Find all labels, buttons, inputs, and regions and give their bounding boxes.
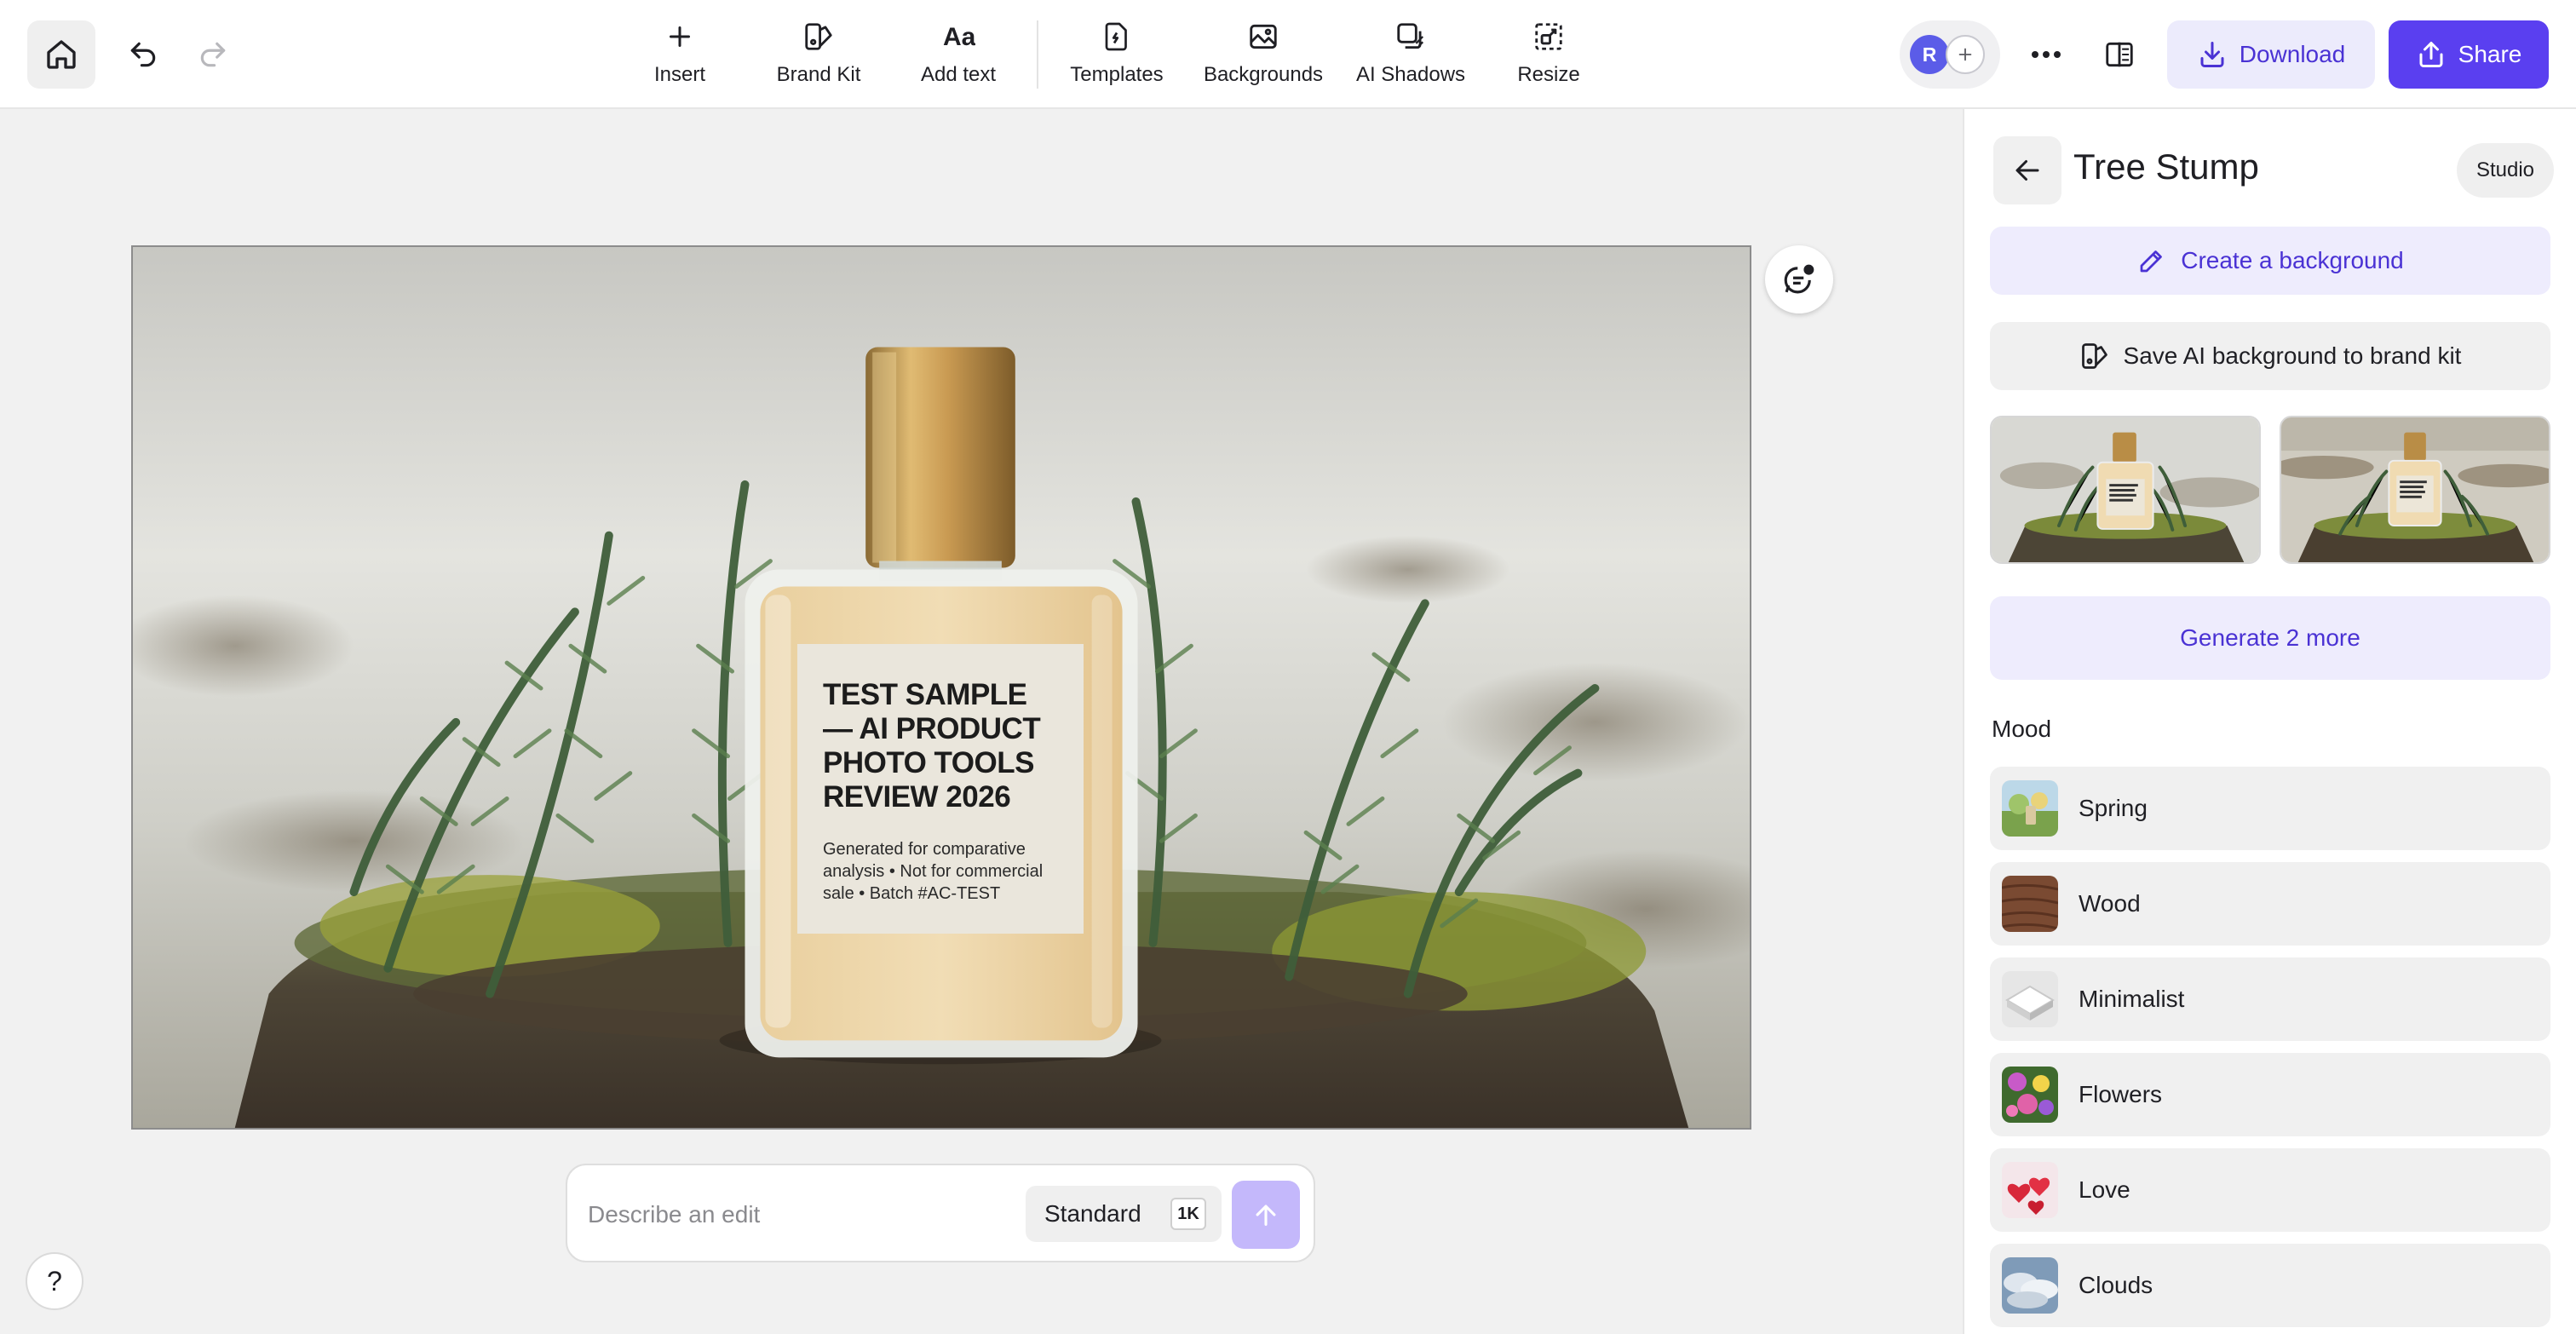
mood-label-spring: Spring [2079,795,2148,821]
product-label-title: TEST SAMPLE — AI PRODUCT PHOTO TOOLS REV… [823,678,1041,814]
templates-tool-button[interactable]: Templates [1065,15,1169,94]
mood-heading: Mood [1992,716,2052,742]
mood-item-minimalist[interactable]: Minimalist [1990,957,2550,1041]
brand-kit-tool-label: Brand Kit [776,63,861,86]
plus-icon [1956,45,1975,64]
svg-text:Aa: Aa [943,23,975,51]
top-toolbar: Insert Brand Kit Aa Add text Templates B… [0,0,2576,109]
add-text-tool-button[interactable]: Aa Add text [910,15,1007,94]
insert-tool-label: Insert [653,63,706,86]
ai-chat-button[interactable] [1765,245,1833,313]
resize-icon [1532,15,1565,58]
brand-kit-icon [802,15,835,58]
home-icon [44,37,78,72]
help-question-label: ? [47,1265,62,1297]
ai-shadows-tool-label: AI Shadows [1355,63,1466,86]
pencil-icon [2136,245,2167,276]
save-background-label: Save AI background to brand kit [2123,342,2462,369]
share-icon [2416,39,2447,70]
background-variant-thumbnail[interactable] [2280,416,2550,564]
mood-item-spring[interactable]: Spring [1990,767,2550,850]
spring-thumbnail [2002,780,2058,837]
mood-item-flowers[interactable]: Flowers [1990,1053,2550,1136]
backgrounds-tool-label: Backgrounds [1203,63,1324,86]
plus-icon [664,15,695,58]
studio-chip[interactable]: Studio [2457,143,2554,198]
share-button[interactable]: Share [2389,20,2549,89]
clouds-thumbnail [2002,1257,2058,1314]
download-label: Download [2239,41,2346,67]
minimalist-thumbnail [2002,971,2058,1027]
text-aa-icon: Aa [941,15,975,58]
toolbar-divider [1037,20,1038,89]
arrow-left-icon [2012,155,2043,186]
ai-shadows-icon [1394,15,1427,58]
flowers-thumbnail [2002,1067,2058,1123]
background-variant-thumbnail[interactable] [1990,416,2261,564]
mood-label-wood: Wood [2079,890,2141,917]
redo-icon [197,38,229,71]
ai-shadows-tool-button[interactable]: AI Shadows [1353,15,1469,94]
templates-tool-label: Templates [1070,63,1164,86]
arrow-up-icon [1251,1200,1280,1229]
resolution-badge: 1K [1170,1198,1206,1230]
mood-label-clouds: Clouds [2079,1272,2153,1298]
add-collaborator-button[interactable] [1946,35,1985,74]
more-options-button[interactable] [2021,29,2072,80]
panel-title: Tree Stump [2073,147,2259,187]
templates-icon [1101,15,1132,58]
undo-icon [127,38,159,71]
resize-tool-button[interactable]: Resize [1509,15,1588,94]
undo-button[interactable] [118,29,169,80]
send-edit-button[interactable] [1232,1181,1300,1249]
resize-tool-label: Resize [1517,63,1580,86]
download-icon [2197,39,2228,70]
product-label-subtitle: Generated for comparative analysis • Not… [823,840,1044,903]
chat-sparkle-icon [1781,262,1817,297]
home-button[interactable] [27,20,95,89]
create-background-button[interactable]: Create a background [1990,227,2550,295]
back-button[interactable] [1993,136,2061,204]
quality-selector[interactable]: Standard 1K [1026,1186,1222,1242]
generate-more-button[interactable]: Generate 2 more [1990,596,2550,680]
mood-label-minimalist: Minimalist [2079,986,2185,1012]
quality-label: Standard [1044,1200,1141,1227]
insert-tool-button[interactable]: Insert [644,15,716,94]
mood-label-love: Love [2079,1176,2130,1203]
edit-prompt-input[interactable] [588,1193,1005,1237]
save-background-to-brand-kit-button[interactable]: Save AI background to brand kit [1990,322,2550,390]
add-text-tool-label: Add text [920,63,997,86]
brand-kit-icon [2079,341,2110,371]
brand-kit-tool-button[interactable]: Brand Kit [770,15,867,94]
collaborators-group: R [1900,20,2000,89]
backgrounds-icon [1247,15,1279,58]
backgrounds-tool-button[interactable]: Backgrounds [1201,15,1325,94]
redo-button[interactable] [187,29,239,80]
product-image-canvas[interactable]: TEST SAMPLE — AI PRODUCT PHOTO TOOLS REV… [131,245,1751,1130]
backgrounds-side-panel: Tree Stump Studio Create a background Sa… [1963,109,2576,1334]
split-view-icon [2103,38,2136,71]
love-hearts-thumbnail [2002,1162,2058,1218]
mood-item-wood[interactable]: Wood [1990,862,2550,946]
mood-item-clouds[interactable]: Clouds [1990,1244,2550,1327]
more-horizontal-icon [2031,50,2061,59]
mood-item-love[interactable]: Love [1990,1148,2550,1232]
product-label: TEST SAMPLE — AI PRODUCT PHOTO TOOLS REV… [797,644,1084,934]
create-background-label: Create a background [2181,247,2404,273]
share-label: Share [2458,41,2522,67]
compare-view-button[interactable] [2094,29,2145,80]
download-button[interactable]: Download [2167,20,2375,89]
mood-label-flowers: Flowers [2079,1081,2163,1107]
help-button[interactable]: ? [26,1252,83,1310]
avatar[interactable]: R [1910,35,1949,74]
wood-thumbnail [2002,876,2058,932]
edit-prompt-bar: Standard 1K [566,1164,1315,1262]
